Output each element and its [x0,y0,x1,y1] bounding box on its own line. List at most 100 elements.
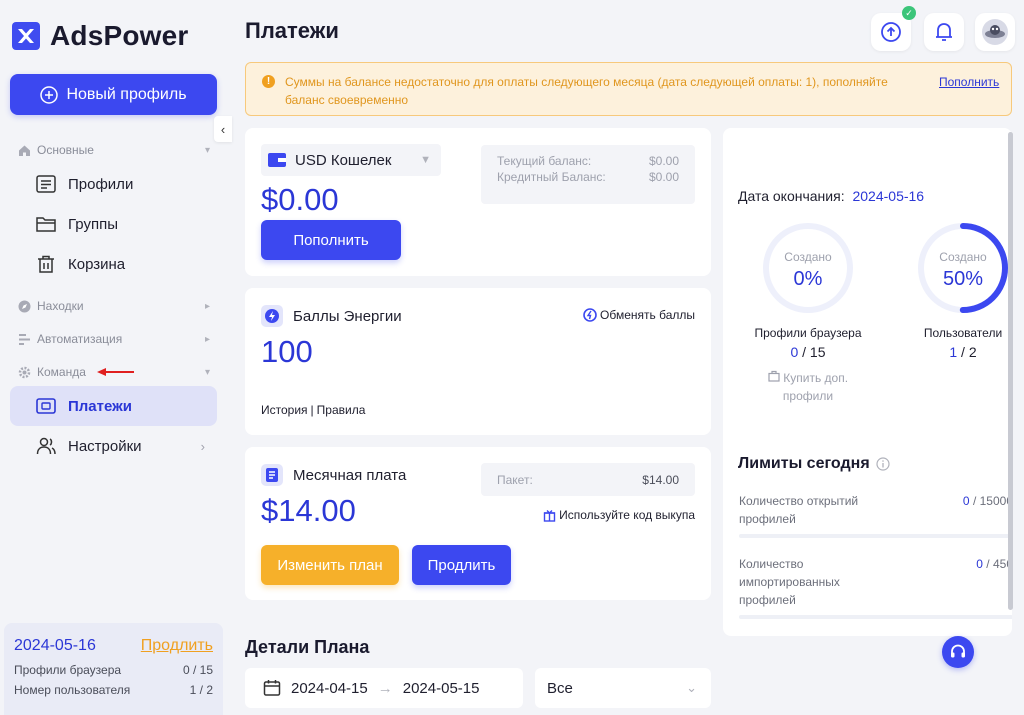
limit-label-line1: Количество [739,557,804,571]
upload-sync-icon [881,22,901,42]
upload-status-button[interactable]: ✓ [871,6,916,51]
panel-scrollbar[interactable] [1008,132,1013,610]
energy-title: Баллы Энергии [293,307,402,325]
logo[interactable]: AdsPower [12,20,189,52]
subscription-summary: 2024-05-16 Продлить Профили браузера 0 /… [4,623,223,715]
red-arrow-annotation-icon [96,368,134,376]
energy-value: 100 [261,334,313,369]
alert-topup-link[interactable]: Пополнить [939,73,999,115]
buy-more-line2: профили [782,389,834,403]
notifications-button[interactable] [924,13,964,51]
caret-down-icon: ▾ [204,144,210,156]
plan-details-title: Детали Плана [245,637,370,657]
browser-profiles-total: / 15 [802,344,826,360]
limit-label-line2: импортированных [739,575,840,589]
info-icon[interactable] [876,457,890,471]
rules-link[interactable]: Правила [317,403,366,417]
plan-usage-panel: Дата окончания: 2024-05-16 Создано 0% Пр… [723,128,1012,636]
users-used: 1 [949,344,958,360]
nav-section-team-label: Команда [37,365,86,379]
nav-section-main[interactable]: Основные ▾ [18,143,210,157]
monthly-fee-title: Месячная плата [293,466,407,484]
browser-profiles-ring: Создано 0% [762,222,854,314]
date-range-picker[interactable]: 2024-04-15 → 2024-05-15 [245,668,523,708]
limit-total: / 15000 [972,494,1012,508]
current-balance-value: $0.00 [648,154,679,168]
nav-section-team[interactable]: Команда ▾ [18,365,210,379]
folder-icon [36,217,56,232]
monthly-fee-card: Месячная плата Пакет: $14.00 $14.00 Испо… [245,447,711,600]
avatar [982,19,1008,45]
limit-row-opens: Количество открытий профилей 0 / 15000 [739,492,1012,528]
calendar-icon [263,680,281,696]
caret-down-icon: ▼ [420,154,431,166]
users-ring: Создано 50% [917,222,1009,314]
chevron-right-icon: › [200,438,205,454]
wallet-amount: $0.00 [261,182,339,217]
nav-section-automation[interactable]: Автоматизация ▸ [18,332,210,346]
sidebar-item-settings-label: Настройки [68,437,142,455]
exchange-points-link[interactable]: Обменять баллы [583,308,695,322]
collapse-sidebar-button[interactable]: ‹ [214,116,232,142]
limit-label-line3: профилей [739,593,796,607]
link-separator: | [310,403,314,417]
browser-profiles-caption: Профили браузера [754,326,862,340]
sidebar-item-profiles[interactable]: Профили [10,164,217,204]
chevron-down-icon: ⌄ [686,680,697,695]
exchange-icon [583,308,597,322]
caret-right-icon: ▸ [204,333,210,345]
user-avatar-button[interactable] [975,13,1015,51]
new-profile-button[interactable]: Новый профиль [10,74,217,115]
ring-label: Создано [939,250,987,264]
home-icon [19,145,30,156]
nav-section-finds[interactable]: Находки ▸ [18,299,210,313]
limit-used: 0 [976,557,983,571]
history-link[interactable]: История [261,403,308,417]
current-balance-label: Текущий баланс: [497,154,592,168]
user-number-value: 1 / 2 [189,683,213,697]
sidebar-item-trash[interactable]: Корзина [10,244,217,284]
extend-plan-button[interactable]: Продлить [412,545,511,585]
caret-down-icon: ▾ [204,366,210,378]
change-plan-button[interactable]: Изменить план [261,545,399,585]
sidebar: AdsPower Новый профиль ‹ Основные ▾ Проф… [0,0,232,715]
logo-text: AdsPower [50,20,189,51]
user-number-label: Номер пользователя [14,683,131,697]
low-balance-alert: ! Суммы на балансе недостаточно для опла… [245,62,1012,116]
sidebar-item-payments[interactable]: Платежи [10,386,217,426]
topup-button[interactable]: Пополнить [261,220,401,260]
browser-profiles-value: 0 / 15 [182,663,213,677]
sidebar-item-groups[interactable]: Группы [10,204,217,244]
ring-percent: 50% [942,268,984,290]
date-from: 2024-04-15 [291,679,368,697]
date-to: 2024-05-15 [402,679,480,697]
wallet-name: USD Кошелек [295,151,392,169]
buy-more-profiles-link[interactable]: Купить доп. профили [738,369,878,405]
plus-circle-icon [40,85,59,104]
trash-icon [38,255,54,273]
wallet-select[interactable]: USD Кошелек ▼ [261,144,441,176]
sidebar-item-groups-label: Группы [68,215,118,233]
sidebar-item-settings[interactable]: Настройки › [10,426,217,466]
exchange-points-label: Обменять баллы [600,308,695,322]
sidebar-item-trash-label: Корзина [68,255,126,273]
redeem-code-link[interactable]: Используйте код выкупа [543,508,695,522]
energy-icon [261,305,283,327]
warning-icon: ! [262,75,275,88]
package-value: $14.00 [642,472,679,487]
sidebar-extend-link[interactable]: Продлить [141,637,213,655]
support-chat-button[interactable] [942,636,974,668]
headset-icon [951,644,965,658]
profiles-icon [36,175,56,193]
users-caption: Пользователи [923,326,1003,340]
automation-icon [19,333,30,345]
document-icon [261,464,283,486]
gift-icon [543,509,556,522]
filter-select[interactable]: Все ⌄ [535,668,711,708]
compass-icon [18,300,31,312]
buy-more-line1: Купить доп. [783,371,849,385]
nav-section-main-label: Основные [37,143,94,157]
limit-progress-bar [739,615,1012,619]
ring-percent: 0% [793,268,823,290]
package-label: Пакет: [497,472,533,487]
